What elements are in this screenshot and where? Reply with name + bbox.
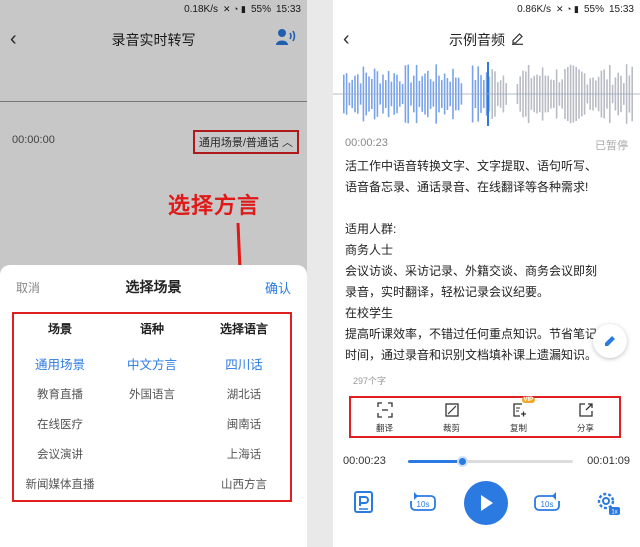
char-count: 297个字 [353,376,387,386]
playback-controls: 10s 10s 1x [333,478,640,530]
translate-button[interactable]: 翻译 [376,401,394,434]
transcript-line: 商务人士 [345,243,394,257]
picker-option[interactable]: 新闻媒体直播 [26,470,95,500]
share-icon [578,402,593,417]
share-label: 分享 [576,422,594,433]
picker-column-title: 选择语言 [219,322,268,336]
sheet-title: 选择场景 [125,279,182,295]
picker-option[interactable]: 教育直播 [37,380,83,410]
picker-option[interactable]: 在线医疗 [37,410,83,440]
progress-bar[interactable] [408,456,573,467]
progress-knob[interactable] [457,456,469,467]
signal-icon: ✕ ◔ ▮ [556,3,579,14]
rewind-10s-icon: 10s [410,492,436,511]
current-time: 00:00:23 [345,137,388,149]
left-phone-screen: 0.18K/s ✕ ◔ ▮ 55% 15:33 ‹ 录音实时转写 00:00:0… [0,0,307,547]
playback-state: 已暂停 [595,140,628,152]
top-nav: ‹ 示例音频 [333,18,640,62]
transcript-line: 在校学生 [345,306,394,320]
crop-icon [444,402,459,417]
picker-option[interactable]: 通用场景 [35,350,85,380]
back-icon[interactable]: ‹ [343,28,350,51]
pencil-icon [605,336,615,346]
transcript-line: 语音备忘录、通话录音、在线翻译等各种需求! [345,180,589,194]
sheet-header: 取消 选择场景 确认 [0,265,307,309]
share-button[interactable]: 分享 [577,401,595,434]
picker-option[interactable]: 外国语言 [129,380,175,410]
transcript-line [345,198,625,219]
picker-column: 场景通用场景 教育直播 在线医疗 会议演讲 新闻媒体直播 [14,314,106,500]
picker-option[interactable]: 上海话 [227,440,262,470]
translate-icon [376,401,393,418]
picker-option[interactable]: 四川话 [225,350,263,380]
confirm-button[interactable]: 确认 [265,278,291,297]
audio-waveform[interactable] [333,60,640,128]
picker-option[interactable]: 闽南话 [227,410,262,440]
battery-level: 55% [583,3,604,15]
rewind-label: 10s [417,500,430,509]
right-phone-screen: 0.86K/s ✕ ◔ ▮ 55% 15:33 ‹ 示例音频 00:00:23 … [333,0,640,547]
picker-column-title: 场景 [47,322,72,336]
scene-picker-sheet: 取消 选择场景 确认 场景 通用场景 教育直播 在线医疗 会议演讲 新闻媒体直播 语种 中文方… [0,265,307,547]
picker-option[interactable]: 会议演讲 [37,440,83,470]
picker-column: 语种中文方言 外国语言 [106,314,198,500]
annotation-text: 选择方言 [168,193,261,218]
cancel-button[interactable]: 取消 [16,279,40,296]
speed-label: 1x [611,510,617,516]
play-button[interactable] [464,481,508,525]
edit-fab-button[interactable] [593,324,627,358]
scene-picker: 场景 通用场景 教育直播 在线医疗 会议演讲 新闻媒体直播 语种 中文方言 外国语言 选择语言 四川… [12,312,292,502]
transcript-text[interactable]: 活工作中语音转换文字、文字提取、语句听写、 语音备忘录、通话录音、在线翻译等各种需… [345,156,625,389]
document-icon [354,491,373,513]
elapsed-time: 00:00:23 [343,455,386,467]
page-title: 示例音频 [449,32,505,48]
transcript-line: 适用人群: [345,222,397,236]
forward-label: 10s [541,500,554,509]
picker-option[interactable]: 湖北话 [227,380,262,410]
subtitle-button[interactable] [353,490,375,519]
picker-option[interactable]: 山西方言 [221,470,267,500]
copy-button[interactable]: VIP 复制 [509,396,536,434]
copy-icon [512,402,526,417]
forward-button[interactable]: 10s [533,492,561,519]
edit-title-icon[interactable] [511,32,524,48]
transcript-line: 会议访谈、采访记录、外籍交谈、商务会议即刻 [345,264,598,278]
transcript-line: 录音，实时翻译，轻松记录会议纪要。 [345,285,550,299]
copy-label: 复制 [509,422,527,433]
vip-badge: VIP [521,396,536,403]
crop-label: 裁剪 [442,422,460,433]
gear-icon: 1x [597,492,620,516]
transcript-line: 时间，通过录音和识别文档填补课上遗漏知识。 [345,348,598,362]
transcript-line: 活工作中语音转换文字、文字提取、语句听写、 [345,159,598,173]
crop-button[interactable]: 裁剪 [443,401,461,434]
picker-column: 选择语言四川话 湖北话 闽南话 上海话 山西方言 [198,314,290,500]
transcript-line: 提高听课效率，不错过任何重点知识。节省笔记 [345,327,598,341]
translate-label: 翻译 [375,422,393,433]
total-time: 00:01:09 [587,455,630,467]
rewind-button[interactable]: 10s [409,492,437,519]
progress-fill [408,460,463,463]
picker-column-title: 语种 [139,322,164,336]
progress-row: 00:00:23 00:01:09 [333,453,640,469]
status-bar: 0.86K/s ✕ ◔ ▮ 55% 15:33 [333,0,640,18]
picker-option[interactable]: 中文方言 [127,350,177,380]
play-icon [481,495,493,511]
forward-10s-icon: 10s [534,492,560,511]
clock: 15:33 [608,3,634,15]
network-speed: 0.86K/s [517,3,552,15]
toolbar: 翻译 裁剪 VIP 复制 分享 [349,396,621,438]
speed-settings-button[interactable]: 1x [595,490,621,521]
